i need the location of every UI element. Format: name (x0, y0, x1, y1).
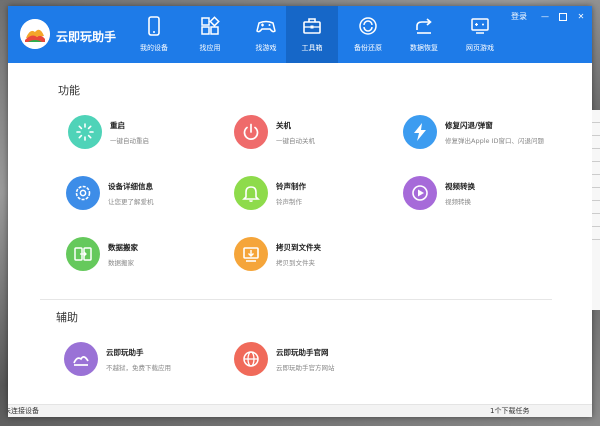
tool-desc: 让您更了解爱机 (108, 198, 154, 206)
folder-copy-icon (234, 237, 268, 271)
nav-data-recovery[interactable]: 数据恢复 (398, 6, 450, 63)
aux-website[interactable]: 云即玩助手官网 云即玩助手官方网站 (234, 342, 414, 382)
nav-label: 我的设备 (140, 44, 168, 52)
globe-icon (234, 342, 268, 376)
tool-fix-crash[interactable]: 修复闪退/弹窗 修复弹出Apple ID窗口、闪退问题 (403, 115, 573, 155)
video-icon (403, 176, 437, 210)
section-divider (40, 299, 552, 300)
app-title: 云即玩助手 (56, 30, 117, 44)
restart-icon (68, 115, 102, 149)
gamepad-icon (256, 20, 276, 33)
transfer-icon (66, 237, 100, 271)
settings-gear-icon (66, 176, 100, 210)
aux-desc: 不越狱，免费下载应用 (106, 364, 171, 372)
cloud-logo-icon (64, 342, 98, 376)
app-logo-icon (20, 19, 50, 49)
tool-shutdown[interactable]: 关机 一键自动关机 (234, 115, 404, 155)
section-title-auxiliary: 辅助 (56, 311, 78, 324)
maximize-icon (559, 13, 567, 21)
maximize-button[interactable] (556, 10, 570, 24)
tool-title: 修复闪退/弹窗 (445, 121, 493, 130)
nav-find-games[interactable]: 找游戏 (240, 6, 292, 63)
apps-icon (201, 16, 220, 35)
backup-icon (359, 17, 377, 35)
tool-ringtone[interactable]: 铃声制作 铃声制作 (234, 176, 404, 216)
tool-desc: 一键自动关机 (276, 137, 315, 145)
aux-title: 云即玩助手 (106, 348, 144, 357)
aux-desc: 云即玩助手官方网站 (276, 364, 335, 372)
aux-app[interactable]: 云即玩助手 不越狱，免费下载应用 (64, 342, 244, 382)
section-title-functions: 功能 (58, 84, 80, 97)
tool-device-info[interactable]: 设备详细信息 让您更了解爱机 (66, 176, 236, 216)
web-game-icon (471, 18, 489, 34)
tool-title: 铃声制作 (276, 182, 306, 191)
minimize-button[interactable]: — (538, 10, 552, 24)
power-icon (234, 115, 268, 149)
tool-desc: 一键自动重启 (110, 137, 149, 145)
lightning-icon (403, 115, 437, 149)
tool-desc: 修复弹出Apple ID窗口、闪退问题 (445, 137, 544, 145)
bell-icon (234, 176, 268, 210)
tool-data-transfer[interactable]: 数据搬家 数据搬家 (66, 237, 236, 277)
background-window-edge (592, 110, 600, 310)
main-window: 云即玩助手 我的设备 找应用 找游戏 工具箱 备份还原 数据恢复 网页游戏 登录… (8, 6, 592, 417)
nav-label: 工具箱 (301, 44, 323, 52)
restore-icon (416, 18, 432, 34)
tool-desc: 拷贝到文件夹 (276, 259, 315, 267)
top-bar: 云即玩助手 我的设备 找应用 找游戏 工具箱 备份还原 数据恢复 网页游戏 登录… (8, 6, 592, 63)
connection-status: 未连接设备 (8, 407, 39, 415)
tool-title: 视频转换 (445, 182, 475, 191)
nav-my-devices[interactable]: 我的设备 (128, 6, 180, 63)
nav-label: 找应用 (199, 44, 221, 52)
tool-desc: 数据搬家 (108, 259, 134, 267)
aux-title: 云即玩助手官网 (276, 348, 329, 357)
tool-title: 拷贝到文件夹 (276, 243, 321, 252)
tool-desc: 铃声制作 (276, 198, 302, 206)
nav-find-apps[interactable]: 找应用 (184, 6, 236, 63)
tool-title: 重启 (110, 121, 125, 130)
tool-title: 数据搬家 (108, 243, 138, 252)
download-tasks[interactable]: 1个下载任务 (490, 406, 529, 416)
nav-label: 备份还原 (354, 44, 382, 52)
nav-web-games[interactable]: 网页游戏 (454, 6, 506, 63)
tool-restart[interactable]: 重启 一键自动重启 (68, 115, 238, 155)
tool-video-convert[interactable]: 视频转换 视频转换 (403, 176, 573, 216)
status-bar: 未连接设备 1个下载任务 (8, 404, 592, 417)
tool-desc: 视频转换 (445, 198, 471, 206)
nav-label: 数据恢复 (410, 44, 438, 52)
nav-backup-restore[interactable]: 备份还原 (342, 6, 394, 63)
close-button[interactable]: ✕ (574, 10, 588, 24)
tool-copy-to-folder[interactable]: 拷贝到文件夹 拷贝到文件夹 (234, 237, 404, 277)
nav-label: 网页游戏 (466, 44, 494, 52)
tool-title: 关机 (276, 121, 291, 130)
nav-toolbox[interactable]: 工具箱 (286, 6, 338, 63)
tool-title: 设备详细信息 (108, 182, 153, 191)
toolbox-icon (303, 18, 321, 34)
phone-icon (148, 16, 160, 36)
login-button[interactable]: 登录 (510, 10, 528, 24)
